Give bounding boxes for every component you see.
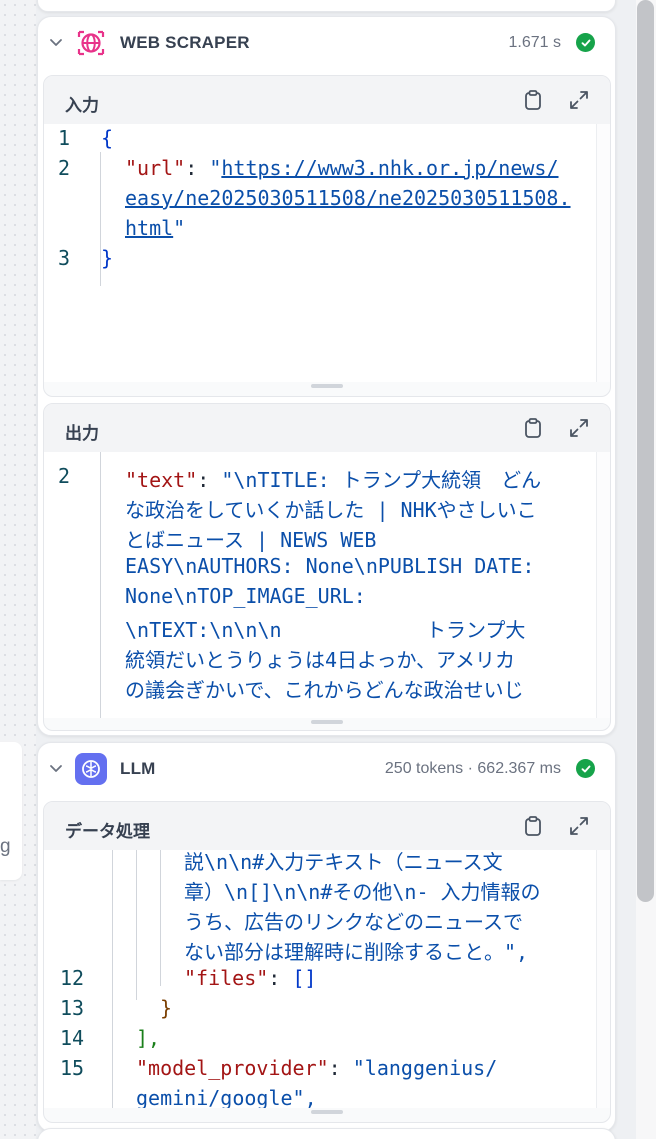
json-string: うち、広告のリンクなどのニュースで <box>184 910 523 934</box>
json-string: \nTEXT:\n\n\n トランプ大 <box>125 618 526 642</box>
json-string: 統領だいとうりょうは4日よっか、アメリカ <box>125 648 516 672</box>
output-panel-header: 出力 <box>44 404 610 452</box>
editor-scrollbar[interactable] <box>596 452 610 718</box>
json-string: gemini/google", <box>136 1086 317 1108</box>
json-sep: : <box>197 468 222 492</box>
chevron-down-icon[interactable] <box>48 760 64 776</box>
json-key: "text" <box>125 468 198 492</box>
clipboard-icon[interactable] <box>522 89 544 111</box>
code-line: "model_provider": "langgenius/ <box>136 1056 497 1080</box>
llm-header[interactable]: LLM 250 tokens · 662.367 ms <box>38 743 615 797</box>
clipboard-icon[interactable] <box>522 815 544 837</box>
json-quote: " <box>173 216 186 240</box>
line-number: 2 <box>57 156 71 180</box>
node-title: WEB SCRAPER <box>120 33 250 52</box>
json-string: 説\n\n#入力テキスト（ニュース文 <box>184 850 503 874</box>
json-string: "langgenius/ <box>352 1056 498 1080</box>
json-key: "files" <box>184 966 269 990</box>
code-brace: ], <box>136 1026 161 1050</box>
code-brace: } <box>101 246 114 270</box>
expand-icon[interactable] <box>568 417 590 439</box>
data-processing-editor[interactable]: 説\n\n#入力テキスト（ニュース文 章）\n[]\n\n#その他\n- 入力情… <box>44 850 610 1108</box>
json-string: EASY\nAUTHORS: None\nPUBLISH DATE: <box>125 554 535 578</box>
json-string: None\nTOP_IMAGE_URL: <box>125 584 366 608</box>
web-scraper-node: WEB SCRAPER 1.671 s 入力 1 { 2 "url": "htt… <box>37 16 616 736</box>
data-processing-panel: データ処理 説\n\n#入力テキスト（ニュース文 章）\n[]\n\n#その他\… <box>43 801 611 1123</box>
resize-handle[interactable] <box>311 384 343 388</box>
json-string: 章）\n[]\n\n#その他\n- 入力情報の <box>184 880 541 904</box>
offscreen-node-text: g <box>0 836 11 857</box>
line-number: 2 <box>57 464 71 488</box>
output-code-editor[interactable]: 2 "text": "\nTITLE: トランプ大統領 どん な政治をしていくか… <box>44 452 610 718</box>
url-link[interactable]: html <box>125 216 173 240</box>
line-number: 3 <box>57 246 71 270</box>
json-array: [] <box>292 966 317 990</box>
json-string: ない部分は理解時に削除すること。", <box>184 940 529 964</box>
expand-icon[interactable] <box>568 89 590 111</box>
indent-guide <box>160 850 161 986</box>
input-code-editor[interactable]: 1 { 2 "url": "https://www3.nhk.or.jp/new… <box>44 124 610 382</box>
output-panel: 出力 2 "text": "\nTITLE: トランプ大統領 どん な政治をして… <box>43 403 611 731</box>
data-processing-header: データ処理 <box>44 802 610 850</box>
input-panel-title: 入力 <box>65 96 99 115</box>
json-string: の議会ぎかいで、これからどんな政治せいじ <box>125 678 524 702</box>
json-key: "url" <box>125 156 186 180</box>
check-circle-icon <box>576 759 595 778</box>
llm-node: LLM 250 tokens · 662.367 ms データ処理 説\n\n#… <box>37 742 616 1132</box>
expand-icon[interactable] <box>568 815 590 837</box>
line-number: 13 <box>59 996 85 1020</box>
line-number: 15 <box>59 1056 85 1080</box>
page-scrollbar-thumb[interactable] <box>637 0 654 902</box>
resize-handle[interactable] <box>311 1110 343 1114</box>
editor-scrollbar[interactable] <box>596 124 610 382</box>
json-string: な政治をしていくか話した | NHKやさしいこ <box>125 498 537 522</box>
llm-brain-icon <box>75 753 107 785</box>
resize-handle[interactable] <box>311 720 343 724</box>
code-brace: } <box>160 996 173 1020</box>
indent-guide <box>112 850 113 1108</box>
node-duration: 1.671 s <box>508 34 561 51</box>
json-string: "\nTITLE: トランプ大統領 どん <box>221 468 542 492</box>
json-key: "model_provider" <box>136 1056 329 1080</box>
line-number: 12 <box>59 966 85 990</box>
node-usage: 250 tokens · 662.367 ms <box>384 760 561 777</box>
canvas-background <box>0 0 36 1139</box>
line-number: 14 <box>59 1026 85 1050</box>
input-panel: 入力 1 { 2 "url": "https://www3.nhk.or.jp/… <box>43 75 611 397</box>
input-panel-header: 入力 <box>44 76 610 124</box>
json-sep: : <box>268 966 293 990</box>
code-line: "files": [] <box>184 966 316 990</box>
output-panel-title: 出力 <box>65 424 99 443</box>
json-sep: : <box>328 1056 353 1080</box>
json-string: とばニュース | NEWS WEB <box>125 528 377 552</box>
previous-node-card <box>37 0 616 12</box>
indent-guide <box>100 452 101 718</box>
offscreen-node-fragment: g <box>0 742 22 880</box>
globe-icon <box>75 27 107 59</box>
clipboard-icon[interactable] <box>522 417 544 439</box>
json-sep: : <box>185 156 210 180</box>
line-number: 1 <box>57 126 71 150</box>
check-circle-icon <box>576 33 595 52</box>
next-node-card <box>37 1128 616 1139</box>
node-title: LLM <box>120 759 156 778</box>
data-processing-title: データ処理 <box>65 822 150 841</box>
code-line: "url": "https://www3.nhk.or.jp/news/ <box>125 156 559 180</box>
indent-guide <box>136 850 137 1000</box>
code-line: html" <box>125 216 185 240</box>
url-link[interactable]: easy/ne2025030511508/ne2025030511508. <box>125 186 571 210</box>
code-line: "text": "\nTITLE: トランプ大統領 どん <box>125 464 541 493</box>
url-link[interactable]: https://www3.nhk.or.jp/news/ <box>221 156 558 180</box>
code-brace: { <box>101 126 114 150</box>
editor-scrollbar[interactable] <box>596 850 610 1108</box>
chevron-down-icon[interactable] <box>48 34 64 50</box>
json-quote: " <box>209 156 222 180</box>
web-scraper-header[interactable]: WEB SCRAPER 1.671 s <box>38 17 615 71</box>
